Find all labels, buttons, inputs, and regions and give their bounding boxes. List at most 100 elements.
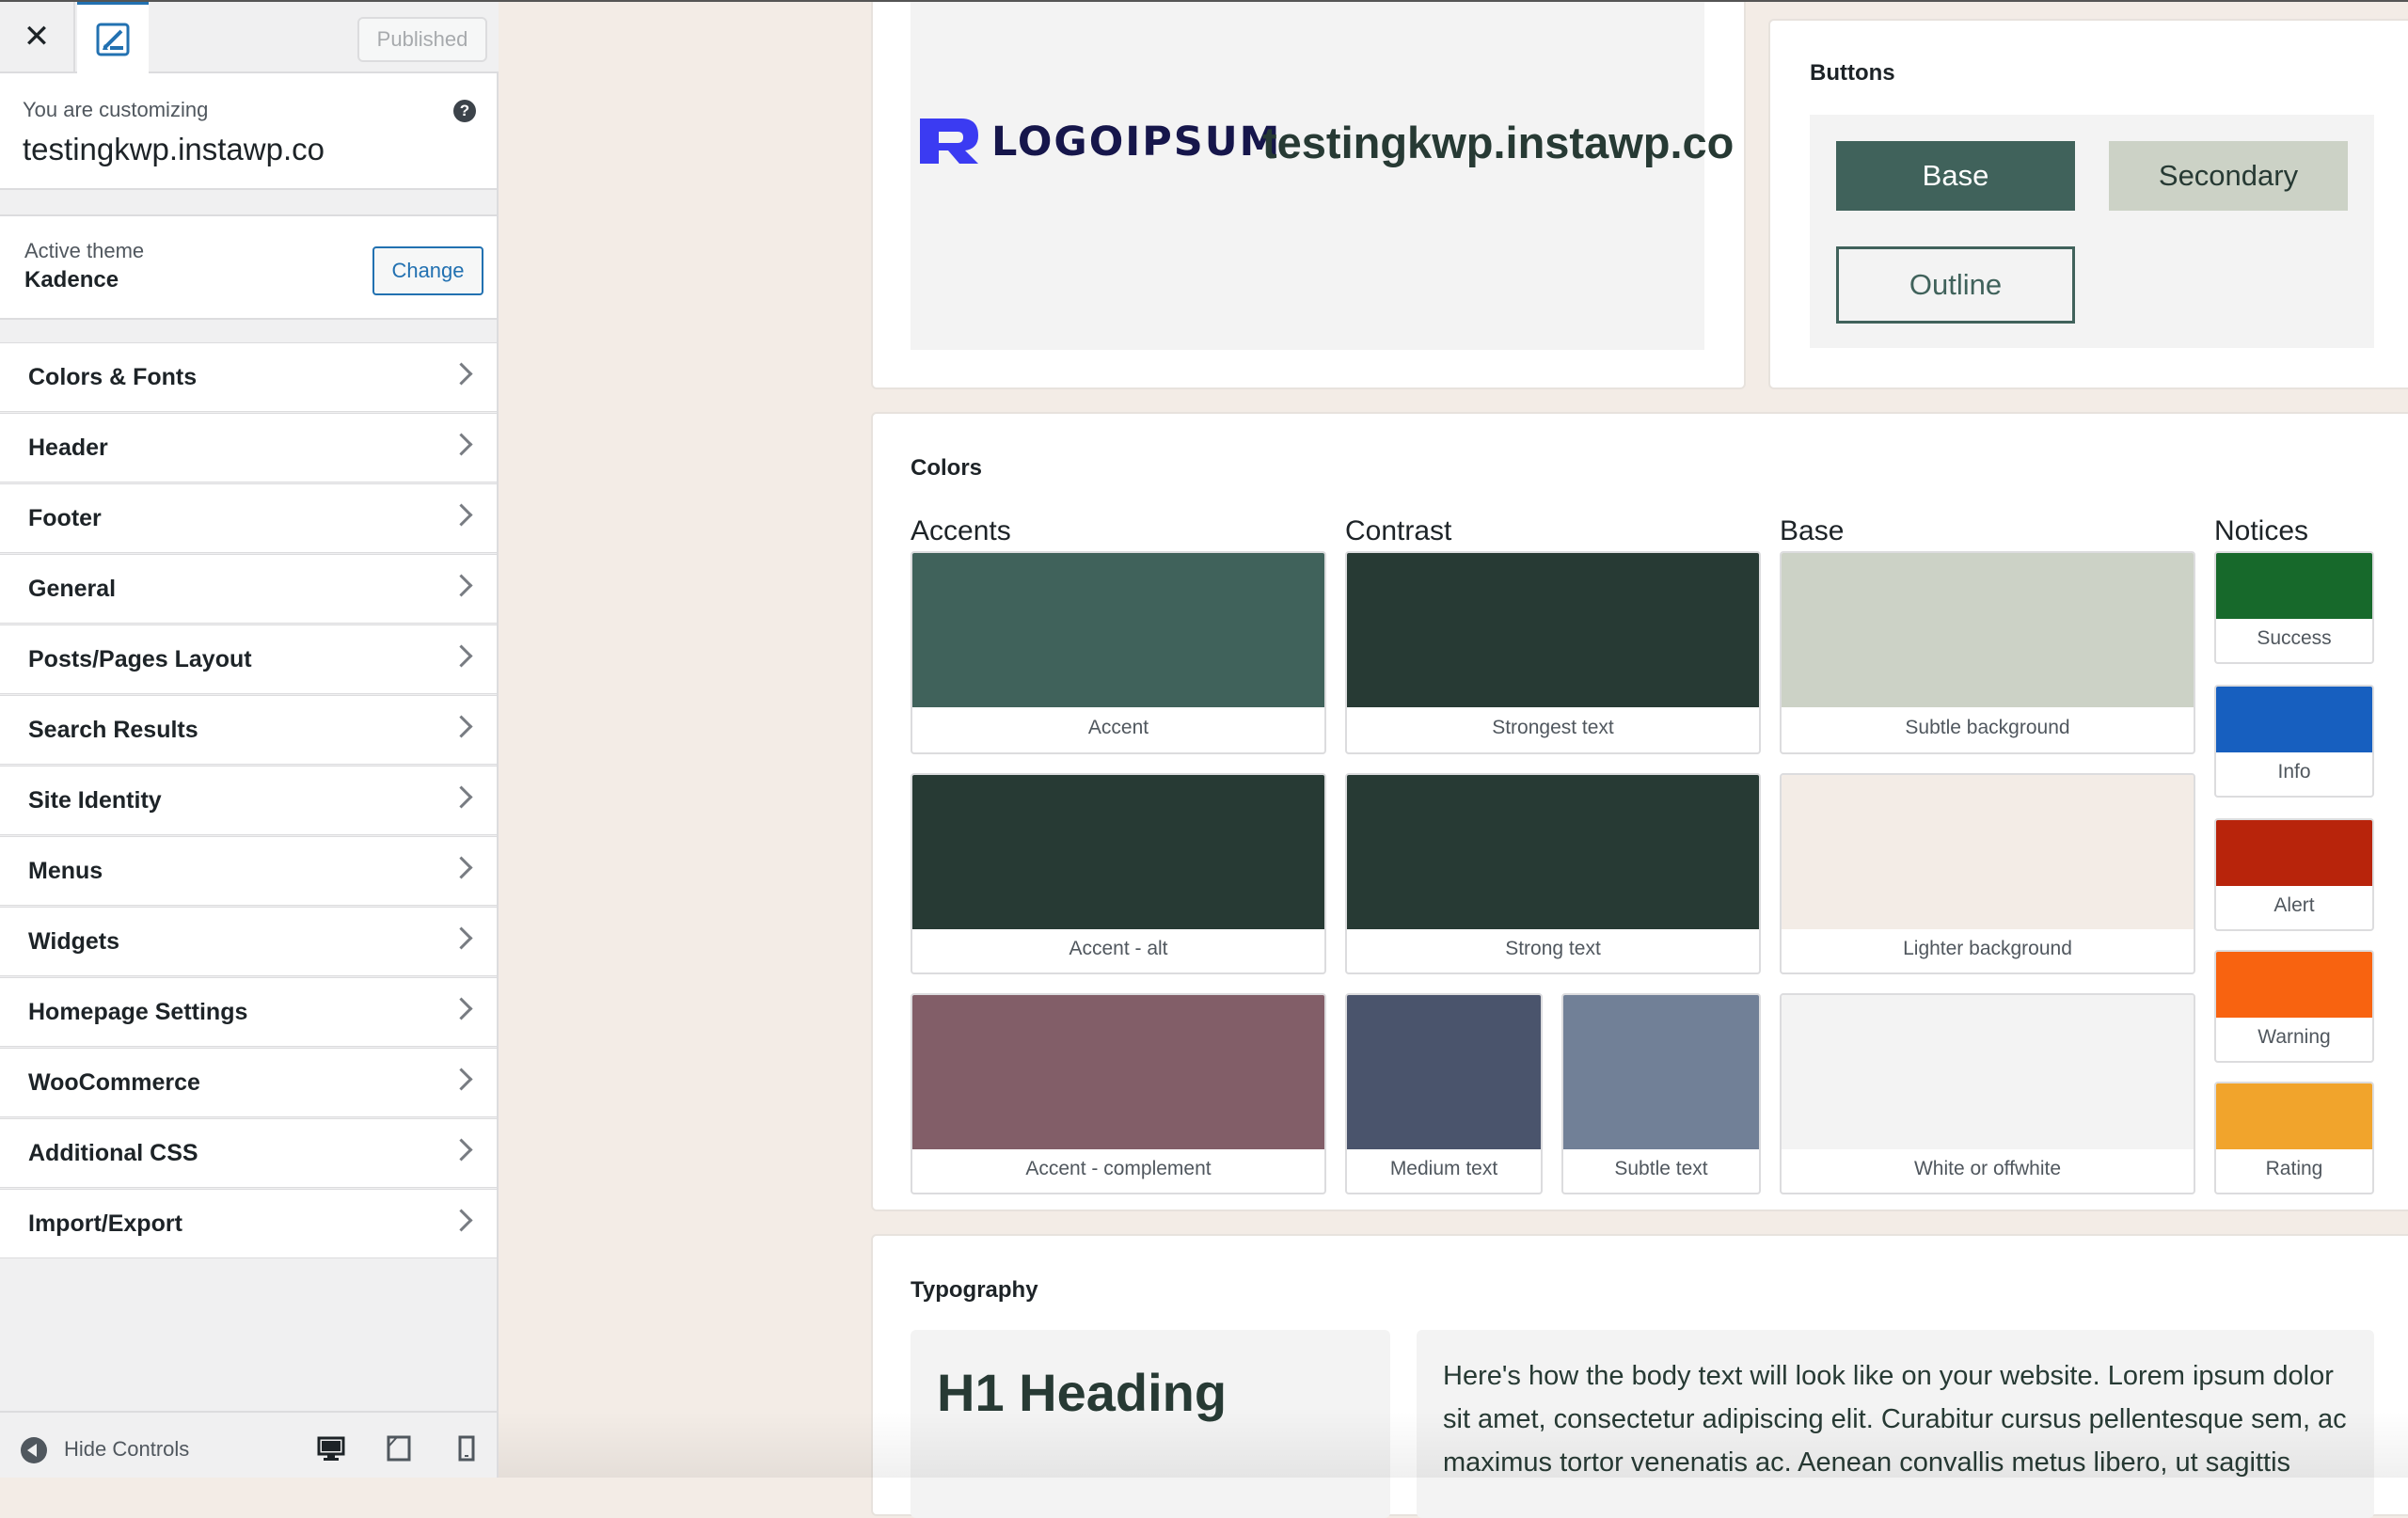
warning-color-fill bbox=[2216, 952, 2372, 1018]
sidebar-item-label: Colors & Fonts bbox=[28, 364, 198, 390]
rating-swatch[interactable]: Rating bbox=[2214, 1082, 2374, 1194]
accent-complement-swatch[interactable]: Accent - complement bbox=[911, 993, 1326, 1194]
chevron-right-icon bbox=[450, 1067, 473, 1091]
success-label: Success bbox=[2257, 627, 2332, 649]
sidebar-item-site-identity[interactable]: Site Identity bbox=[0, 766, 497, 835]
sidebar-item-menus[interactable]: Menus bbox=[0, 836, 497, 906]
help-icon[interactable]: ? bbox=[453, 100, 476, 122]
base-button[interactable]: Base bbox=[1836, 141, 2075, 211]
info-swatch[interactable]: Info bbox=[2214, 685, 2374, 798]
logo-wordmark: LOGOIPSUM bbox=[991, 119, 1282, 166]
heading-preview-area bbox=[911, 1330, 1390, 1518]
alert-label: Alert bbox=[2273, 894, 2315, 916]
outline-button[interactable]: Outline bbox=[1836, 246, 2075, 324]
subtle-background-swatch[interactable]: Subtle background bbox=[1780, 551, 2195, 754]
sidebar-item-label: Widgets bbox=[28, 928, 119, 955]
alert-color-fill bbox=[2216, 820, 2372, 886]
sidebar-item-header[interactable]: Header bbox=[0, 413, 497, 482]
lighter-background-label: Lighter background bbox=[1903, 938, 2072, 959]
sidebar-item-label: Posts/Pages Layout bbox=[28, 646, 252, 672]
medium-text-color-fill bbox=[1347, 995, 1541, 1149]
mobile-preview-icon[interactable] bbox=[452, 1433, 482, 1463]
chevron-right-icon bbox=[450, 644, 473, 668]
chevron-right-icon bbox=[450, 715, 473, 738]
sidebar-item-additional-css[interactable]: Additional CSS bbox=[0, 1118, 497, 1188]
sidebar-item-search-results[interactable]: Search Results bbox=[0, 695, 497, 765]
chevron-right-icon bbox=[450, 856, 473, 879]
sidebar-footer: Hide Controls bbox=[0, 1411, 497, 1478]
alert-swatch[interactable]: Alert bbox=[2214, 818, 2374, 931]
medium-text-label: Medium text bbox=[1389, 1158, 1498, 1179]
sidebar-item-label: Site Identity bbox=[28, 787, 162, 814]
sidebar-item-widgets[interactable]: Widgets bbox=[0, 907, 497, 976]
h1-heading-preview: H1 Heading bbox=[937, 1363, 1228, 1422]
lighter-background-color-fill bbox=[1782, 775, 2194, 929]
rating-label: Rating bbox=[2265, 1158, 2323, 1179]
subtle-text-color-fill bbox=[1563, 995, 1759, 1149]
success-swatch[interactable]: Success bbox=[2214, 551, 2374, 664]
sidebar-item-import-export[interactable]: Import/Export bbox=[0, 1189, 497, 1258]
chevron-right-icon bbox=[450, 997, 473, 1020]
accent-alt-color-fill bbox=[912, 775, 1324, 929]
white-offwhite-color-fill bbox=[1782, 995, 2194, 1149]
accent-color-fill bbox=[912, 553, 1324, 707]
success-color-fill bbox=[2216, 553, 2372, 619]
hide-controls-button[interactable]: Hide Controls bbox=[64, 1437, 189, 1462]
logoipsum-mark bbox=[920, 119, 978, 164]
subtle-background-color-fill bbox=[1782, 553, 2194, 707]
sidebar-item-colors-fonts[interactable]: Colors & Fonts bbox=[0, 342, 497, 412]
warning-swatch[interactable]: Warning bbox=[2214, 950, 2374, 1063]
accents-heading: Accents bbox=[911, 515, 1011, 546]
chevron-right-icon bbox=[450, 785, 473, 809]
chevron-right-icon bbox=[450, 362, 473, 386]
desktop-preview-icon[interactable] bbox=[316, 1433, 346, 1463]
rating-color-fill bbox=[2216, 1083, 2372, 1149]
strongest-text-color-fill bbox=[1347, 553, 1759, 707]
sidebar-item-label: Search Results bbox=[28, 717, 198, 743]
chevron-right-icon bbox=[450, 1209, 473, 1232]
contrast-heading: Contrast bbox=[1345, 515, 1452, 546]
close-icon[interactable]: ✕ bbox=[0, 0, 75, 73]
subtle-text-swatch[interactable]: Subtle text bbox=[1561, 993, 1761, 1194]
strongest-text-label: Strongest text bbox=[1492, 717, 1614, 738]
sidebar-item-posts-pages-layout[interactable]: Posts/Pages Layout bbox=[0, 625, 497, 694]
base-heading: Base bbox=[1780, 515, 1845, 546]
site-title-preview: testingkwp.instawp.co bbox=[1262, 118, 1735, 167]
accent-alt-swatch[interactable]: Accent - alt bbox=[911, 773, 1326, 974]
customizing-info: You are customizing testingkwp.instawp.c… bbox=[0, 73, 497, 190]
lighter-background-swatch[interactable]: Lighter background bbox=[1780, 773, 2195, 974]
strongest-text-swatch[interactable]: Strongest text bbox=[1345, 551, 1761, 754]
customizer-menu: Colors & Fonts Header Footer General Pos… bbox=[0, 342, 497, 1259]
sidebar-item-footer[interactable]: Footer bbox=[0, 483, 497, 553]
customizer-brand-icon[interactable] bbox=[77, 0, 149, 73]
colors-section-title: Colors bbox=[911, 455, 983, 481]
active-theme-label: Active theme bbox=[24, 239, 145, 262]
strong-text-swatch[interactable]: Strong text bbox=[1345, 773, 1761, 974]
sidebar-item-general[interactable]: General bbox=[0, 554, 497, 624]
white-offwhite-swatch[interactable]: White or offwhite bbox=[1780, 993, 2195, 1194]
sidebar-item-label: Footer bbox=[28, 505, 102, 531]
white-offwhite-label: White or offwhite bbox=[1913, 1158, 2061, 1179]
accent-complement-label: Accent - complement bbox=[1025, 1158, 1212, 1179]
sidebar-item-label: Header bbox=[28, 435, 108, 461]
hide-controls-icon[interactable] bbox=[21, 1437, 47, 1463]
top-border bbox=[0, 0, 2408, 2]
buttons-section-title: Buttons bbox=[1810, 60, 1895, 86]
logo-preview-area bbox=[911, 0, 1704, 350]
warning-label: Warning bbox=[2258, 1026, 2331, 1048]
medium-text-swatch[interactable]: Medium text bbox=[1345, 993, 1543, 1194]
sidebar-item-homepage-settings[interactable]: Homepage Settings bbox=[0, 977, 497, 1047]
sidebar-item-label: WooCommerce bbox=[28, 1069, 200, 1096]
typography-section-title: Typography bbox=[911, 1277, 1038, 1303]
accent-swatch[interactable]: Accent bbox=[911, 551, 1326, 754]
accent-complement-color-fill bbox=[912, 995, 1324, 1149]
active-theme-panel: Active theme Kadence Change bbox=[0, 214, 497, 320]
secondary-button[interactable]: Secondary bbox=[2109, 141, 2348, 211]
strong-text-color-fill bbox=[1347, 775, 1759, 929]
sidebar-item-label: Additional CSS bbox=[28, 1140, 198, 1166]
published-button[interactable]: Published bbox=[357, 17, 487, 62]
change-theme-button[interactable]: Change bbox=[372, 246, 483, 295]
tablet-preview-icon[interactable] bbox=[384, 1433, 414, 1463]
sidebar-item-woocommerce[interactable]: WooCommerce bbox=[0, 1048, 497, 1117]
strong-text-label: Strong text bbox=[1505, 938, 1601, 959]
